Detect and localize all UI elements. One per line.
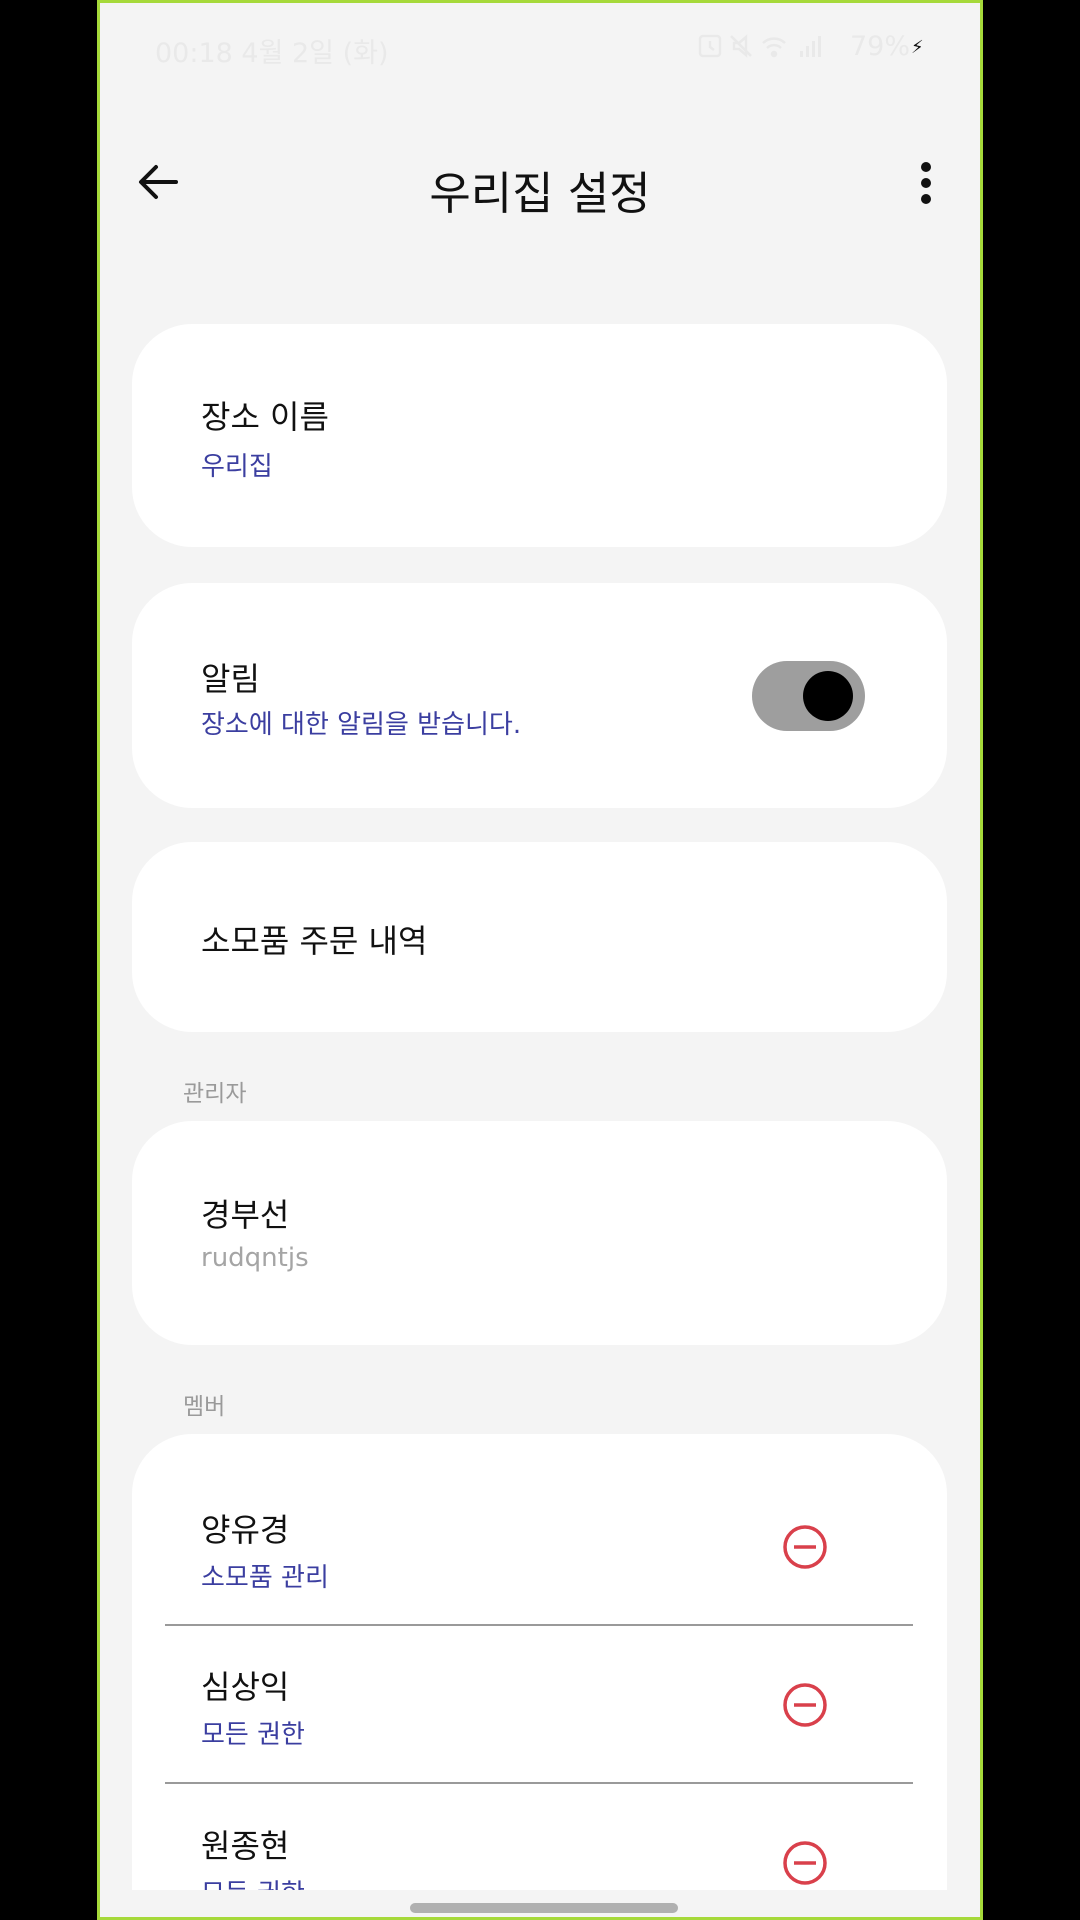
home-gesture-handle[interactable] — [410, 1903, 678, 1913]
member-name: 심상익 — [201, 1668, 290, 1706]
charging-icon: ⚡ — [911, 37, 924, 58]
status-icons — [696, 31, 846, 68]
wifi-icon — [762, 37, 786, 58]
member-divider — [165, 1782, 913, 1784]
member-divider — [165, 1624, 913, 1626]
admin-name: 경부선 — [201, 1196, 290, 1234]
more-options-icon[interactable] — [916, 159, 936, 207]
phone-screen: 00:18 4월 2일 (화) 79% ⚡ 우리집 설정 장소 이름 우리집 알… — [97, 0, 983, 1920]
alarm-icon — [698, 34, 722, 58]
notifications-toggle[interactable] — [752, 661, 865, 731]
notifications-card: 알림 장소에 대한 알림을 받습니다. — [132, 583, 947, 808]
place-name-value: 우리집 — [201, 452, 273, 482]
signal-icon — [800, 36, 821, 57]
status-time-date: 00:18 4월 2일 (화) — [155, 38, 389, 69]
member-name: 원종현 — [201, 1827, 290, 1865]
battery-level: 79% — [850, 31, 911, 62]
admin-card: 경부선 rudqntjs — [132, 1121, 947, 1345]
app-bar: 우리집 설정 — [100, 133, 980, 233]
admin-id: rudqntjs — [201, 1243, 309, 1273]
place-name-label: 장소 이름 — [201, 398, 329, 436]
page-title: 우리집 설정 — [429, 167, 651, 220]
remove-member-icon[interactable] — [782, 1524, 828, 1570]
member-role: 소모품 관리 — [201, 1563, 329, 1593]
admin-section-header: 관리자 — [183, 1081, 247, 1107]
toggle-knob — [803, 671, 853, 721]
member-role: 모든 권한 — [201, 1720, 305, 1750]
members-section-header: 멤버 — [183, 1394, 226, 1420]
remove-member-icon[interactable] — [782, 1840, 828, 1886]
place-name-card[interactable]: 장소 이름 우리집 — [132, 324, 947, 547]
status-bar: 00:18 4월 2일 (화) 79% ⚡ — [100, 3, 980, 93]
mute-icon — [730, 34, 752, 58]
order-history-label: 소모품 주문 내역 — [201, 922, 428, 960]
members-card: 양유경 소모품 관리 심상익 모든 권한 원종현 모든 권한 — [132, 1434, 947, 1917]
order-history-card[interactable]: 소모품 주문 내역 — [132, 842, 947, 1032]
notifications-label: 알림 — [201, 660, 260, 698]
member-name: 양유경 — [201, 1511, 290, 1549]
remove-member-icon[interactable] — [782, 1682, 828, 1728]
notifications-description: 장소에 대한 알림을 받습니다. — [201, 710, 522, 740]
